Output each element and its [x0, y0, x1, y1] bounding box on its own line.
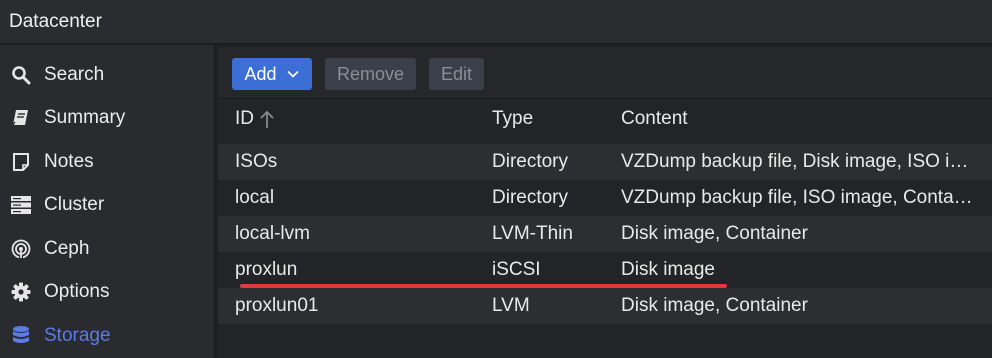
sidebar-item-search[interactable]: Search — [0, 55, 215, 95]
cell-id: local-lvm — [235, 223, 310, 244]
server-icon — [10, 194, 32, 216]
sidebar-item-summary[interactable]: Summary — [0, 98, 215, 138]
window-title: Datacenter — [9, 10, 102, 32]
column-header-type[interactable]: Type — [492, 108, 533, 130]
cell-content: Disk image, Container — [621, 223, 808, 244]
database-icon — [10, 325, 32, 347]
sidebar-item-label: Storage — [44, 325, 111, 346]
cell-content: VZDump backup file, ISO image, Container… — [621, 187, 976, 208]
table-row[interactable]: local Directory VZDump backup file, ISO … — [218, 180, 992, 216]
title-bar: Datacenter — [0, 0, 992, 44]
sidebar-item-options[interactable]: Options — [0, 272, 215, 312]
sidebar-item-ceph[interactable]: Ceph — [0, 229, 215, 269]
column-header-id[interactable]: ID — [235, 108, 275, 130]
sort-ascending-icon — [259, 109, 275, 129]
table-row[interactable]: proxlun iSCSI Disk image — [218, 252, 992, 288]
toolbar: Add Remove Edit — [218, 47, 992, 99]
edit-button[interactable]: Edit — [429, 58, 484, 90]
note-icon — [10, 151, 32, 173]
cell-id: proxlun01 — [235, 295, 319, 316]
cell-id: ISOs — [235, 151, 278, 172]
cell-type: iSCSI — [492, 259, 541, 280]
sidebar-item-label: Summary — [44, 107, 126, 128]
sidebar-item-cluster[interactable]: Cluster — [0, 185, 215, 225]
sidebar-item-label: Options — [44, 281, 110, 302]
gear-icon — [10, 281, 32, 303]
cell-type: Directory — [492, 187, 569, 208]
sidebar-item-label: Notes — [44, 151, 94, 172]
ceph-icon — [10, 238, 32, 260]
add-button-label: Add — [244, 63, 277, 84]
sidebar-item-label: Search — [44, 64, 105, 85]
cell-type: LVM — [492, 295, 530, 316]
chevron-down-icon — [286, 67, 300, 81]
table-row[interactable]: proxlun01 LVM Disk image, Container — [218, 288, 992, 324]
cell-content: VZDump backup file, Disk image, ISO imag… — [621, 151, 976, 172]
table-header: ID Type Content — [218, 99, 992, 139]
cell-content: Disk image, Container — [621, 295, 808, 316]
cell-id: proxlun — [235, 259, 298, 280]
search-icon — [10, 64, 32, 86]
table-row[interactable]: local-lvm LVM-Thin Disk image, Container — [218, 216, 992, 252]
sidebar-item-notes[interactable]: Notes — [0, 142, 215, 182]
book-icon — [10, 107, 32, 129]
highlight-underline — [240, 284, 727, 288]
table-row[interactable]: ISOs Directory VZDump backup file, Disk … — [218, 144, 992, 180]
cell-id: local — [235, 187, 275, 208]
sidebar-item-label: Ceph — [44, 238, 90, 259]
sidebar: Search Summary Notes Cluster Ceph Option… — [0, 45, 215, 358]
add-button[interactable]: Add — [232, 58, 312, 90]
storage-panel: Add Remove Edit ID Type Content ISOs Dir… — [218, 47, 992, 358]
cell-type: Directory — [492, 151, 569, 172]
remove-button[interactable]: Remove — [325, 58, 416, 90]
cell-type: LVM-Thin — [492, 223, 573, 244]
sidebar-item-label: Cluster — [44, 194, 105, 215]
column-header-content[interactable]: Content — [621, 108, 688, 130]
sidebar-item-storage[interactable]: Storage — [0, 316, 215, 356]
cell-content: Disk image — [621, 259, 715, 280]
